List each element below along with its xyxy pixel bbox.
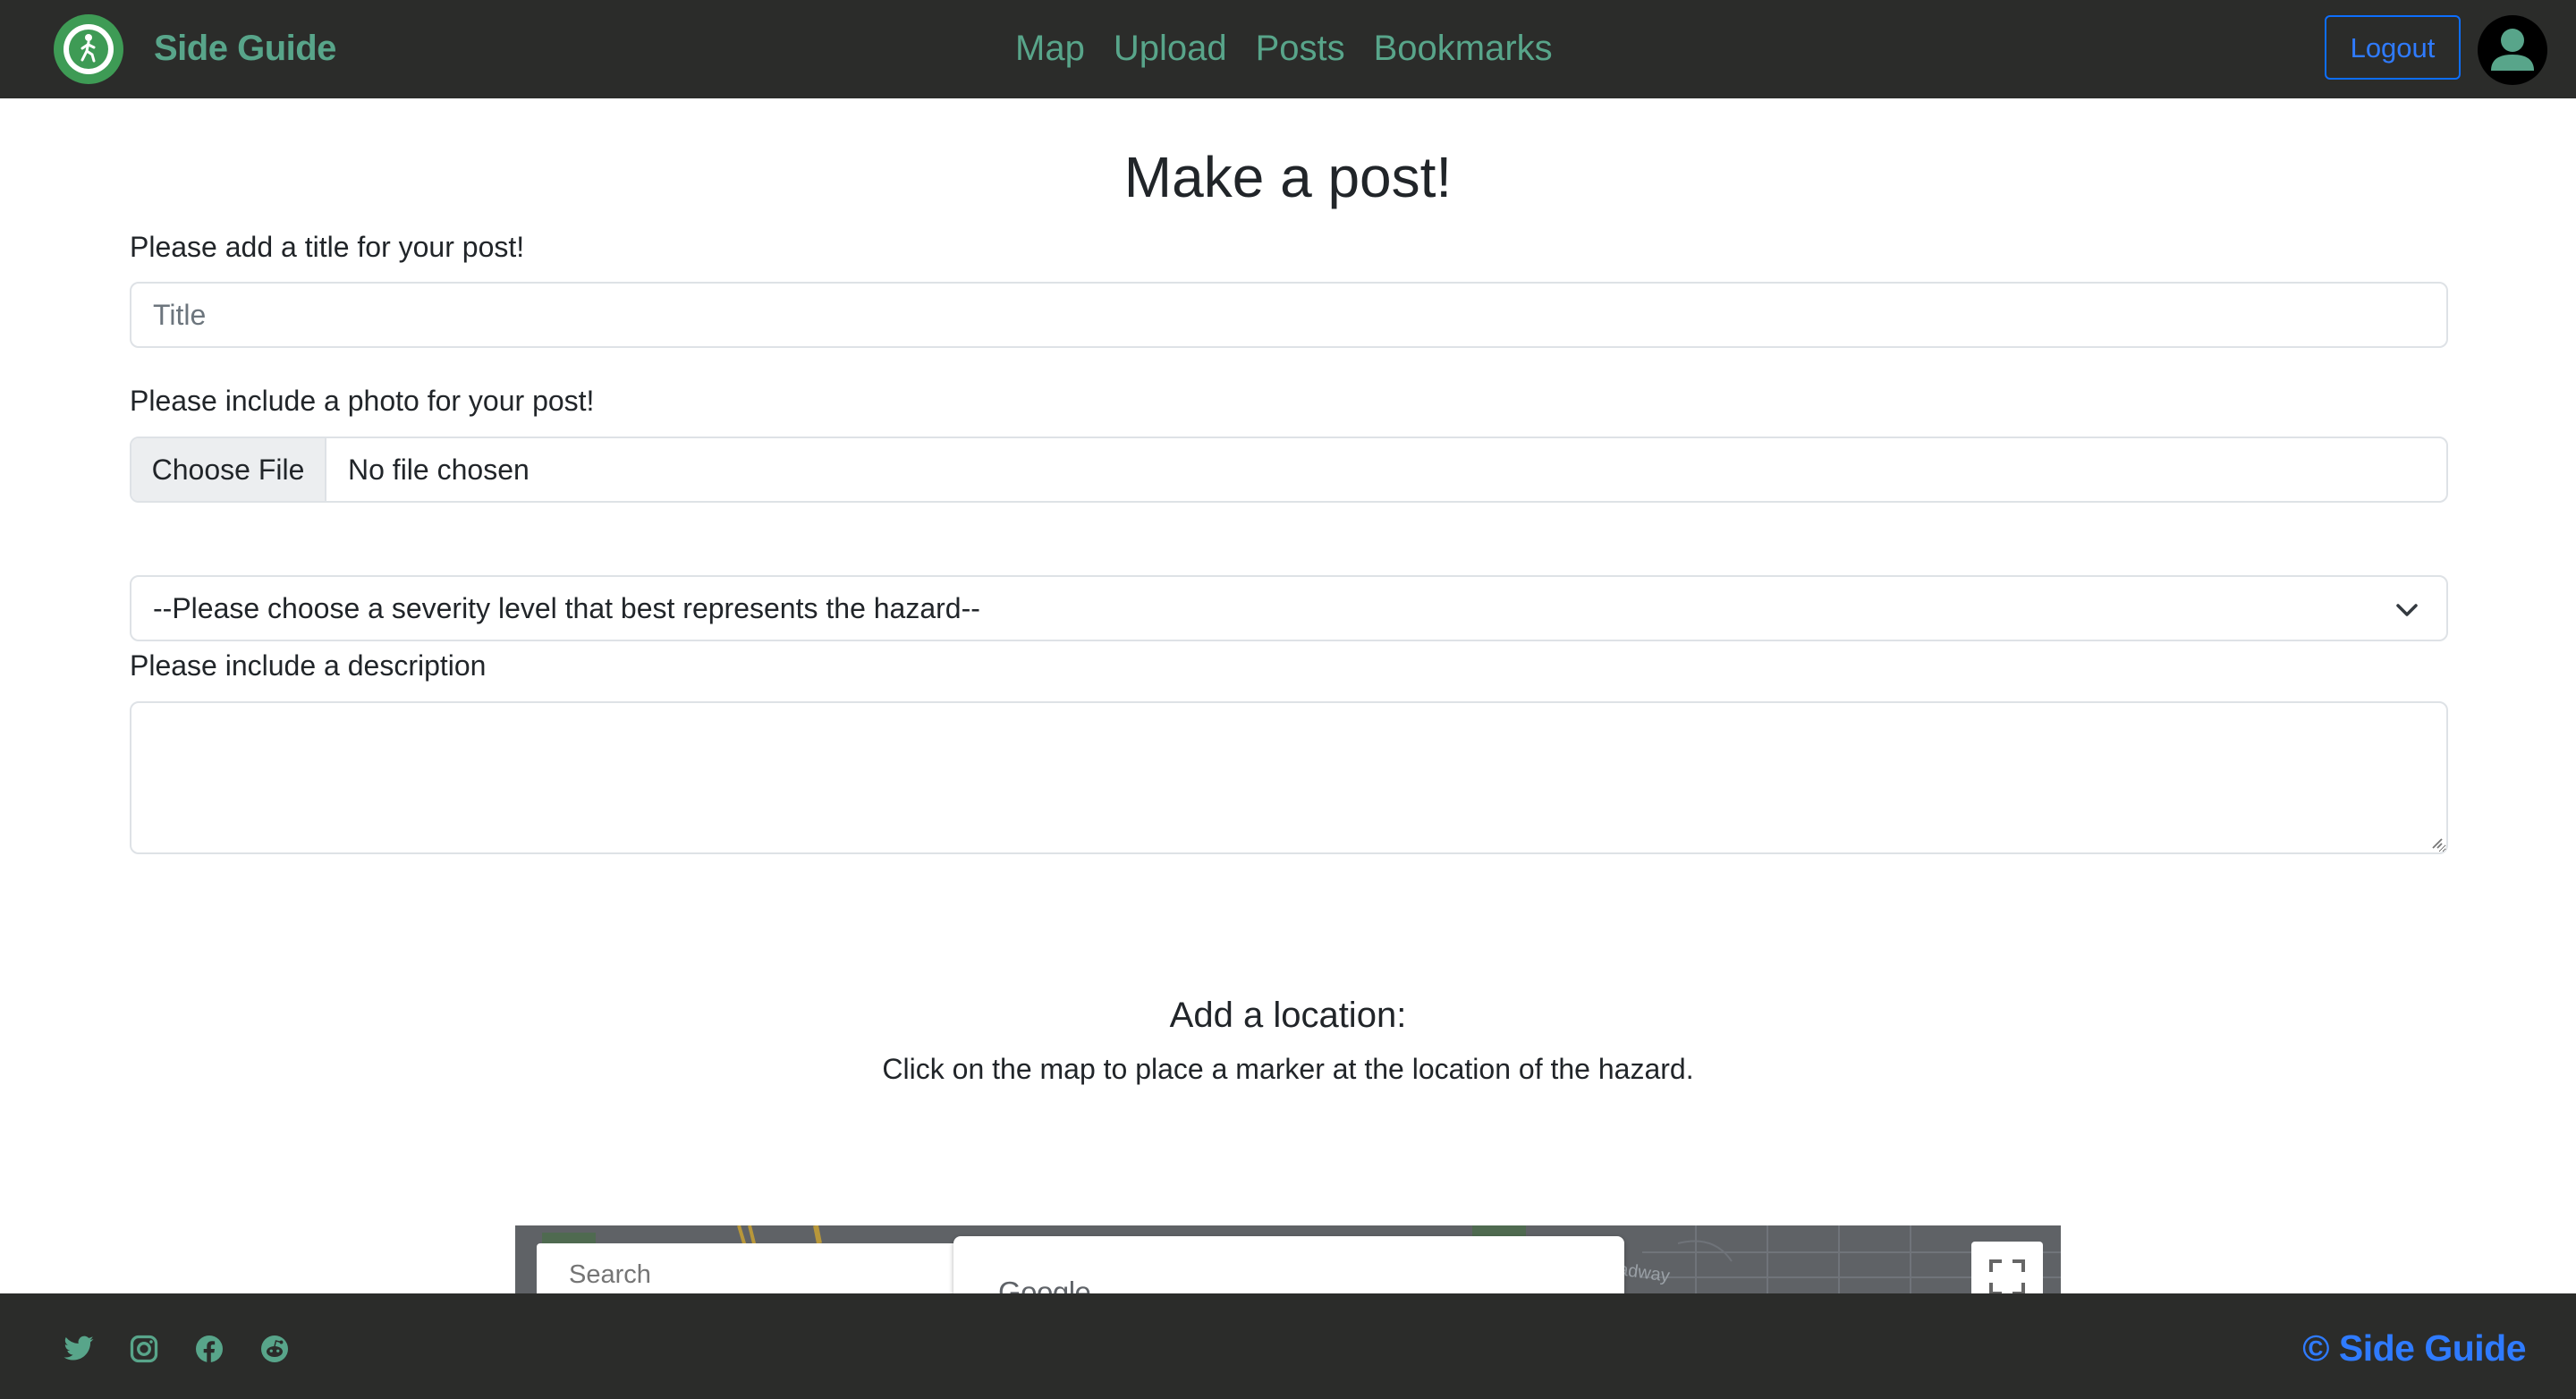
instagram-icon[interactable]	[128, 1333, 160, 1365]
severity-select-value: --Please choose a severity level that be…	[153, 592, 980, 624]
title-input[interactable]	[130, 282, 2448, 348]
logout-button[interactable]: Logout	[2325, 15, 2461, 80]
brand-logo-icon[interactable]	[54, 14, 123, 84]
file-status-text: No file chosen	[348, 454, 530, 486]
fullscreen-icon	[1989, 1259, 2025, 1293]
photo-file-input[interactable]: Choose File No file chosen	[130, 437, 2448, 503]
choose-file-button[interactable]: Choose File	[131, 438, 326, 501]
location-instruction: Click on the map to place a marker at th…	[882, 1053, 1694, 1085]
severity-select[interactable]: --Please choose a severity level that be…	[130, 575, 2448, 641]
nav-link-upload[interactable]: Upload	[1114, 23, 1227, 75]
nav-links: Map Upload Posts Bookmarks	[1015, 23, 1581, 75]
page-title: Make a post!	[1123, 145, 1453, 209]
location-heading: Add a location:	[1169, 996, 1407, 1035]
nav-link-bookmarks[interactable]: Bookmarks	[1374, 23, 1553, 75]
footer: © Side Guide	[0, 1293, 2576, 1399]
nav-link-posts[interactable]: Posts	[1256, 23, 1345, 75]
location-map[interactable]: adway Google	[515, 1225, 2061, 1293]
fullscreen-button[interactable]	[1971, 1242, 2043, 1293]
resize-grip-icon[interactable]	[2429, 835, 2444, 850]
map-dialog: Google	[953, 1236, 1624, 1293]
facebook-icon[interactable]	[193, 1333, 225, 1365]
reddit-icon[interactable]	[258, 1333, 291, 1365]
nav-link-map[interactable]: Map	[1015, 23, 1085, 75]
description-label: Please include a description	[130, 649, 487, 682]
brand-name[interactable]: Side Guide	[154, 25, 336, 72]
user-avatar-icon[interactable]	[2478, 15, 2547, 85]
map-search-input[interactable]	[537, 1243, 993, 1293]
chevron-down-icon	[2396, 604, 2418, 616]
description-textarea[interactable]	[130, 701, 2448, 854]
google-logo: Google	[998, 1276, 1091, 1293]
copyright-text[interactable]: © Side Guide	[2302, 1326, 2526, 1370]
title-label: Please add a title for your post!	[130, 231, 525, 263]
photo-label: Please include a photo for your post!	[130, 385, 595, 417]
twitter-icon[interactable]	[63, 1333, 95, 1365]
navbar: Side Guide Map Upload Posts Bookmarks Lo…	[0, 0, 2576, 98]
